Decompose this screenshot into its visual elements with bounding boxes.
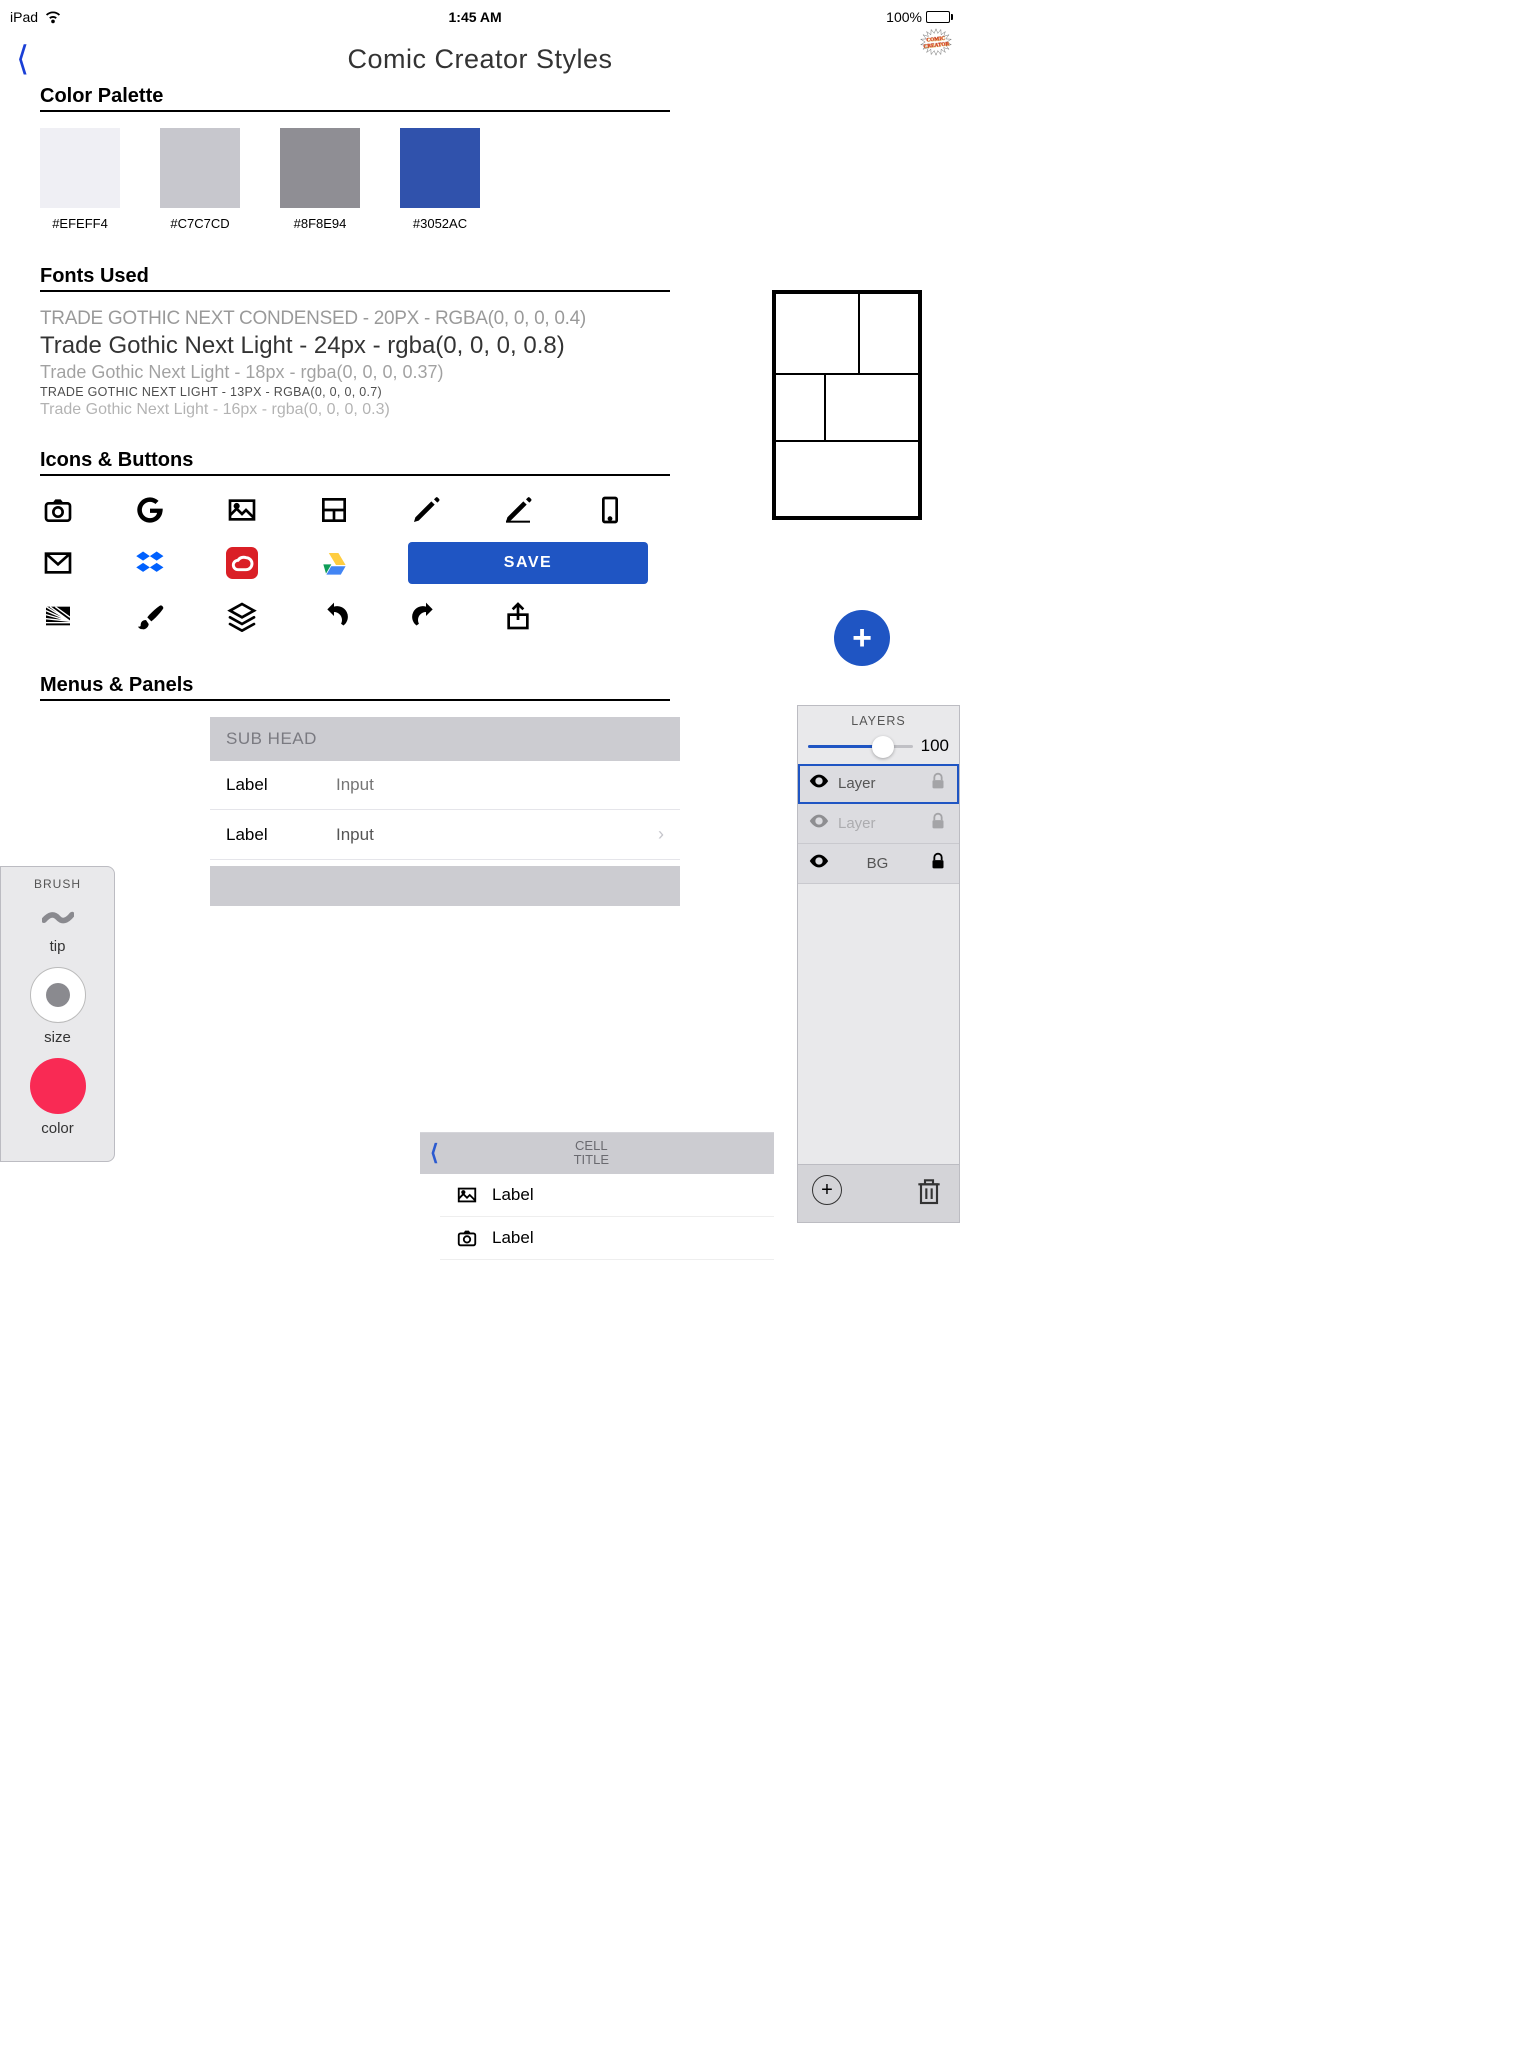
- layout-icon[interactable]: [316, 492, 352, 528]
- brush-panel: BRUSH tip size color: [0, 866, 115, 1162]
- pencil-edit-icon[interactable]: [500, 492, 536, 528]
- status-bar: iPad 1:45 AM 100%: [0, 0, 960, 33]
- brush-header: BRUSH: [9, 873, 106, 895]
- form-label: Label: [226, 775, 336, 795]
- form-demo-panel: SUB HEAD Label Label Input ›: [210, 717, 680, 906]
- google-icon[interactable]: [132, 492, 168, 528]
- swatch-1[interactable]: #EFEFF4: [40, 128, 120, 231]
- font-sample-2: Trade Gothic Next Light - 24px - rgba(0,…: [40, 332, 920, 360]
- back-button[interactable]: ⟨: [16, 39, 29, 79]
- battery-icon: [926, 11, 950, 23]
- cell-row-image[interactable]: Label: [440, 1174, 774, 1217]
- google-drive-icon[interactable]: [316, 545, 352, 581]
- form-subhead: SUB HEAD: [210, 717, 680, 761]
- form-label: Label: [226, 825, 336, 845]
- form-value: Input: [336, 825, 658, 845]
- color-circle-icon: [30, 1058, 86, 1114]
- share-icon[interactable]: [500, 598, 536, 634]
- comic-creator-badge: COMIC CREATOR: [920, 26, 952, 63]
- lock-icon[interactable]: [927, 770, 949, 797]
- opacity-value: 100: [921, 736, 949, 756]
- layers-panel: LAYERS 100 Layer Layer BG +: [797, 705, 960, 1223]
- brush-stroke-icon: [42, 901, 74, 933]
- font-sample-4: TRADE GOTHIC NEXT LIGHT - 13PX - RGBA(0,…: [40, 385, 920, 399]
- layers-icon[interactable]: [224, 598, 260, 634]
- form-row-2[interactable]: Label Input ›: [210, 810, 680, 860]
- pencil-icon[interactable]: [408, 492, 444, 528]
- eye-icon[interactable]: [808, 810, 828, 837]
- battery-pct: 100%: [886, 9, 922, 25]
- form-row-1[interactable]: Label: [210, 761, 680, 810]
- size-circle-icon: [30, 967, 86, 1023]
- layers-header: LAYERS: [798, 706, 959, 734]
- lock-icon[interactable]: [927, 810, 949, 837]
- texture-icon[interactable]: [40, 598, 76, 634]
- brush-size[interactable]: size: [9, 967, 106, 1046]
- device-label: iPad: [10, 9, 38, 25]
- cell-back-button[interactable]: ⟨: [430, 1140, 439, 1166]
- camera-icon[interactable]: [40, 492, 76, 528]
- cell-panel: ⟨ CELL TITLE Label Label: [420, 1132, 774, 1260]
- layer-row-1[interactable]: Layer: [798, 764, 959, 804]
- palette-row: #EFEFF4 #C7C7CD #8F8E94 #3052AC: [40, 128, 920, 231]
- creative-cloud-icon[interactable]: [224, 545, 260, 581]
- cell-title: CELL TITLE: [439, 1139, 744, 1168]
- brush-tip[interactable]: tip: [9, 901, 106, 955]
- section-icons: Icons & Buttons: [40, 449, 670, 476]
- eye-icon[interactable]: [808, 850, 828, 877]
- tablet-icon[interactable]: [592, 492, 628, 528]
- camera-icon: [456, 1227, 478, 1249]
- font-sample-5: Trade Gothic Next Light - 16px - rgba(0,…: [40, 401, 920, 419]
- brush-icon[interactable]: [132, 598, 168, 634]
- eye-icon[interactable]: [808, 770, 828, 797]
- wifi-icon: [42, 4, 64, 29]
- chevron-right-icon: ›: [658, 824, 664, 845]
- cell-row-camera[interactable]: Label: [440, 1217, 774, 1260]
- save-button[interactable]: SAVE: [408, 542, 648, 584]
- image-icon: [456, 1184, 478, 1206]
- add-layer-button[interactable]: +: [812, 1175, 842, 1205]
- section-menus: Menus & Panels: [40, 674, 670, 701]
- form-input-1[interactable]: [336, 775, 664, 795]
- form-footer-bar: [210, 866, 680, 906]
- lock-icon[interactable]: [927, 850, 949, 877]
- undo-icon[interactable]: [316, 598, 352, 634]
- layer-row-2[interactable]: Layer: [798, 804, 959, 844]
- nav-header: ⟨ Comic Creator Styles: [0, 33, 960, 85]
- opacity-slider[interactable]: [808, 745, 913, 748]
- font-sample-1: TRADE GOTHIC NEXT CONDENSED - 20PX - RGB…: [40, 308, 920, 330]
- font-sample-3: Trade Gothic Next Light - 18px - rgba(0,…: [40, 362, 920, 383]
- redo-icon[interactable]: [408, 598, 444, 634]
- section-color-palette: Color Palette: [40, 85, 670, 112]
- page-title: Comic Creator Styles: [347, 44, 612, 75]
- image-icon[interactable]: [224, 492, 260, 528]
- layer-row-bg[interactable]: BG: [798, 844, 959, 884]
- trash-icon[interactable]: [913, 1175, 945, 1212]
- clock: 1:45 AM: [449, 9, 502, 25]
- section-fonts: Fonts Used: [40, 265, 670, 292]
- dropbox-icon[interactable]: [132, 545, 168, 581]
- brush-color[interactable]: color: [9, 1058, 106, 1137]
- mail-icon[interactable]: [40, 545, 76, 581]
- swatch-4[interactable]: #3052AC: [400, 128, 480, 231]
- swatch-3[interactable]: #8F8E94: [280, 128, 360, 231]
- swatch-2[interactable]: #C7C7CD: [160, 128, 240, 231]
